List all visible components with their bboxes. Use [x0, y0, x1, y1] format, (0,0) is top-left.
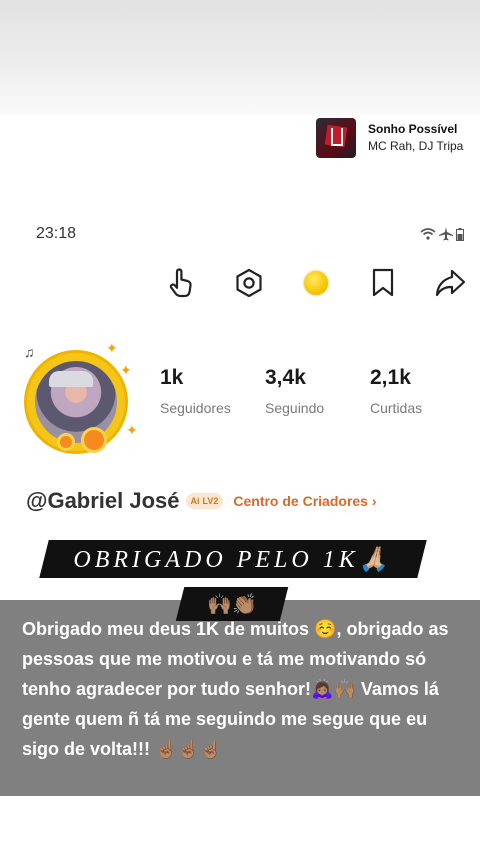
username: @Gabriel José: [26, 488, 180, 513]
battery-icon: [456, 227, 464, 241]
star-icon: ✦: [126, 422, 138, 438]
level-badge[interactable]: Ai LV2: [185, 493, 224, 509]
song-artist: MC Rah, DJ Tripa: [368, 139, 464, 153]
album-art: [316, 118, 356, 158]
level-label: LV2: [202, 496, 219, 506]
followers-stat[interactable]: 1k Seguidores: [160, 366, 231, 416]
creator-center-link[interactable]: Centro de Criadores ›: [233, 493, 376, 509]
song-title: Sonho Possível: [368, 122, 458, 136]
username-row: @Gabriel José Ai LV2 Centro de Criadores…: [26, 488, 377, 514]
likes-stat[interactable]: 2,1k Curtidas: [370, 366, 422, 416]
following-label: Seguindo: [265, 400, 325, 416]
likes-count: 2,1k: [370, 366, 411, 389]
followers-count: 1k: [160, 366, 184, 389]
now-playing-card[interactable]: Sonho Possível MC Rah, DJ Tripa: [316, 116, 480, 160]
now-playing-text: Sonho Possível MC Rah, DJ Tripa: [368, 122, 463, 154]
top-background: [0, 0, 480, 115]
flower-icon: [60, 436, 72, 448]
profile-toolbar: [160, 262, 480, 302]
coin-icon[interactable]: [297, 264, 335, 302]
star-icon: ✦: [106, 340, 118, 356]
caption-text: Obrigado meu deus 1K de muitos ☺️, obrig…: [22, 619, 449, 759]
star-icon: ✦: [120, 362, 132, 378]
thanks-banner-text: OBRIGADO PELO 1K🙏🏼: [73, 546, 393, 573]
airplane-icon: [439, 227, 453, 241]
avatar-frame: [24, 350, 128, 454]
following-stat[interactable]: 3,4k Seguindo: [265, 366, 324, 416]
bookmark-icon[interactable]: [364, 264, 402, 302]
share-icon[interactable]: [431, 264, 469, 302]
profile-stats: 1k Seguidores 3,4k Seguindo 2,1k Curtida…: [150, 366, 450, 426]
settings-hexagon-icon[interactable]: [230, 264, 268, 302]
flower-icon: [84, 430, 104, 450]
music-note-icon: ♫: [24, 344, 35, 360]
status-time: 23:18: [36, 225, 77, 242]
wifi-icon: [420, 228, 436, 240]
hand-point-icon[interactable]: [163, 264, 201, 302]
followers-label: Seguidores: [160, 400, 231, 416]
ai-badge-label: Ai: [190, 496, 200, 506]
following-count: 3,4k: [265, 366, 306, 389]
likes-label: Curtidas: [370, 400, 423, 416]
avatar[interactable]: ♫ ✦ ✦ ✦: [16, 334, 140, 454]
avatar-photo: [35, 361, 117, 443]
status-icons: [420, 227, 464, 241]
